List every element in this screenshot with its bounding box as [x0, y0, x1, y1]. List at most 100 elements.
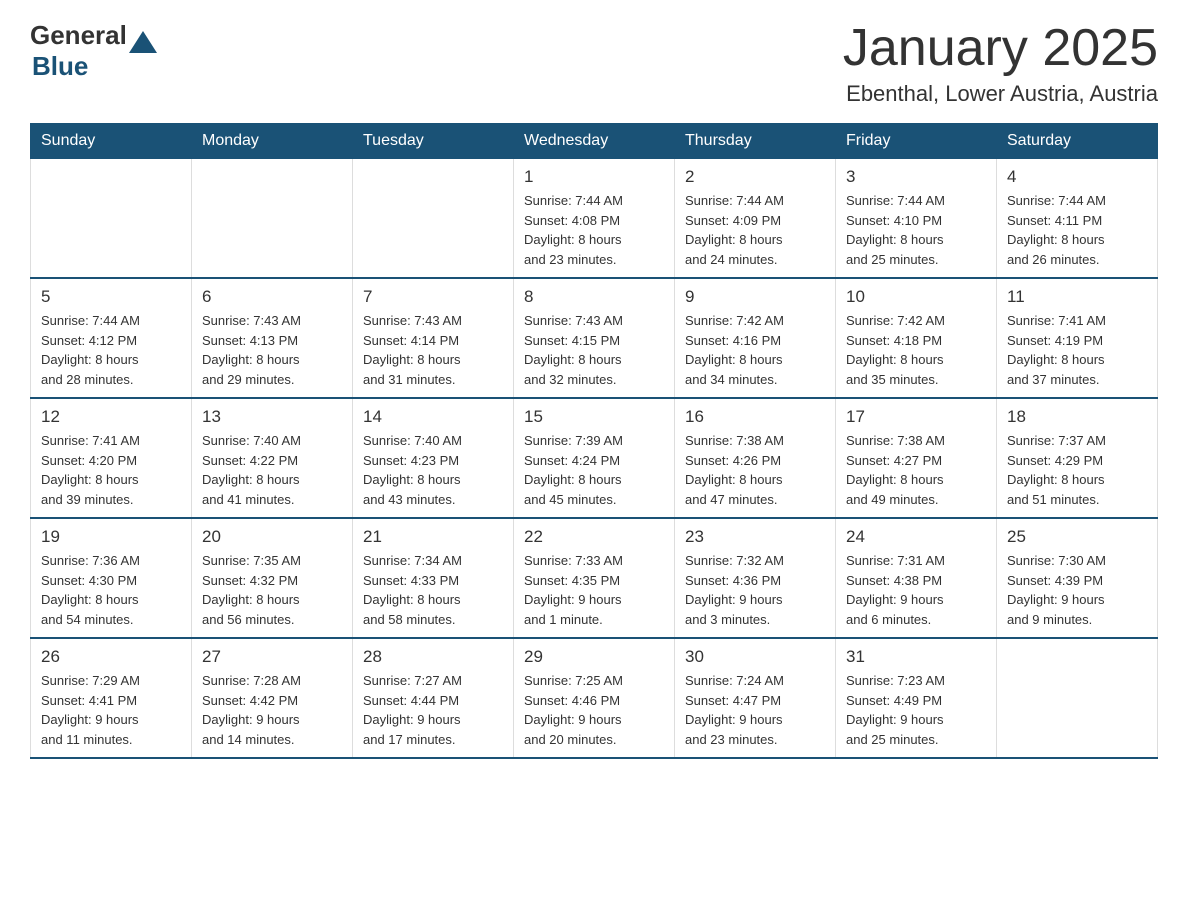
day-info: Sunrise: 7:42 AMSunset: 4:16 PMDaylight:… — [685, 311, 825, 389]
calendar-day-30: 30 Sunrise: 7:24 AMSunset: 4:47 PMDayligh… — [675, 638, 836, 758]
calendar-day-2: 2 Sunrise: 7:44 AMSunset: 4:09 PMDaylight… — [675, 159, 836, 279]
day-info: Sunrise: 7:43 AMSunset: 4:13 PMDaylight:… — [202, 311, 342, 389]
day-number: 19 — [41, 527, 181, 547]
day-number: 31 — [846, 647, 986, 667]
day-number: 14 — [363, 407, 503, 427]
day-info: Sunrise: 7:23 AMSunset: 4:49 PMDaylight:… — [846, 671, 986, 749]
calendar-day-16: 16 Sunrise: 7:38 AMSunset: 4:26 PMDayligh… — [675, 398, 836, 518]
day-info: Sunrise: 7:24 AMSunset: 4:47 PMDaylight:… — [685, 671, 825, 749]
calendar-day-18: 18 Sunrise: 7:37 AMSunset: 4:29 PMDayligh… — [997, 398, 1158, 518]
day-number: 16 — [685, 407, 825, 427]
calendar-day-4: 4Sunrise: 7:44 AMSunset: 4:11 PMDaylight… — [997, 159, 1158, 279]
day-info: Sunrise: 7:44 AMSunset: 4:09 PMDaylight:… — [685, 191, 825, 269]
day-number: 23 — [685, 527, 825, 547]
day-number: 3 — [846, 167, 986, 187]
calendar-day-14: 14 Sunrise: 7:40 AMSunset: 4:23 PMDayligh… — [353, 398, 514, 518]
day-number: 15 — [524, 407, 664, 427]
day-number: 27 — [202, 647, 342, 667]
weekday-header-monday: Monday — [192, 124, 353, 159]
calendar-header-row: SundayMondayTuesdayWednesdayThursdayFrid… — [31, 124, 1158, 159]
day-info: Sunrise: 7:37 AMSunset: 4:29 PMDaylight:… — [1007, 431, 1147, 509]
day-number: 1 — [524, 167, 664, 187]
calendar-day-21: 21 Sunrise: 7:34 AMSunset: 4:33 PMDayligh… — [353, 518, 514, 638]
calendar-day-8: 8 Sunrise: 7:43 AMSunset: 4:15 PMDaylight… — [514, 278, 675, 398]
calendar-day-17: 17 Sunrise: 7:38 AMSunset: 4:27 PMDayligh… — [836, 398, 997, 518]
day-number: 17 — [846, 407, 986, 427]
day-info: Sunrise: 7:43 AMSunset: 4:15 PMDaylight:… — [524, 311, 664, 389]
calendar-day-13: 13Sunrise: 7:40 AMSunset: 4:22 PMDayligh… — [192, 398, 353, 518]
calendar-day-31: 31 Sunrise: 7:23 AMSunset: 4:49 PMDayligh… — [836, 638, 997, 758]
day-number: 30 — [685, 647, 825, 667]
day-number: 10 — [846, 287, 986, 307]
day-info: Sunrise: 7:29 AMSunset: 4:41 PMDaylight:… — [41, 671, 181, 749]
calendar-day-9: 9 Sunrise: 7:42 AMSunset: 4:16 PMDaylight… — [675, 278, 836, 398]
calendar-day-28: 28 Sunrise: 7:27 AMSunset: 4:44 PMDayligh… — [353, 638, 514, 758]
calendar-day-3: 3Sunrise: 7:44 AMSunset: 4:10 PMDaylight… — [836, 159, 997, 279]
weekday-header-saturday: Saturday — [997, 124, 1158, 159]
day-number: 8 — [524, 287, 664, 307]
weekday-header-friday: Friday — [836, 124, 997, 159]
calendar-empty-cell — [353, 159, 514, 279]
calendar-title: January 2025 — [843, 20, 1158, 77]
day-info: Sunrise: 7:34 AMSunset: 4:33 PMDaylight:… — [363, 551, 503, 629]
day-info: Sunrise: 7:36 AMSunset: 4:30 PMDaylight:… — [41, 551, 181, 629]
logo: General Blue — [30, 20, 157, 82]
weekday-header-sunday: Sunday — [31, 124, 192, 159]
page-header: General Blue January 2025 Ebenthal, Lowe… — [30, 20, 1158, 107]
day-number: 9 — [685, 287, 825, 307]
calendar-day-1: 1Sunrise: 7:44 AMSunset: 4:08 PMDaylight… — [514, 159, 675, 279]
day-info: Sunrise: 7:38 AMSunset: 4:26 PMDaylight:… — [685, 431, 825, 509]
day-number: 2 — [685, 167, 825, 187]
calendar-empty-cell — [997, 638, 1158, 758]
logo-triangle-icon — [129, 31, 157, 53]
weekday-header-thursday: Thursday — [675, 124, 836, 159]
day-number: 18 — [1007, 407, 1147, 427]
calendar-day-26: 26 Sunrise: 7:29 AMSunset: 4:41 PMDayligh… — [31, 638, 192, 758]
day-number: 11 — [1007, 287, 1147, 307]
day-info: Sunrise: 7:40 AMSunset: 4:23 PMDaylight:… — [363, 431, 503, 509]
calendar-week-row: 26 Sunrise: 7:29 AMSunset: 4:41 PMDayligh… — [31, 638, 1158, 758]
day-info: Sunrise: 7:42 AMSunset: 4:18 PMDaylight:… — [846, 311, 986, 389]
calendar-week-row: 5Sunrise: 7:44 AMSunset: 4:12 PMDaylight… — [31, 278, 1158, 398]
weekday-header-tuesday: Tuesday — [353, 124, 514, 159]
day-info: Sunrise: 7:27 AMSunset: 4:44 PMDaylight:… — [363, 671, 503, 749]
day-info: Sunrise: 7:28 AMSunset: 4:42 PMDaylight:… — [202, 671, 342, 749]
day-number: 22 — [524, 527, 664, 547]
day-number: 25 — [1007, 527, 1147, 547]
day-info: Sunrise: 7:33 AMSunset: 4:35 PMDaylight:… — [524, 551, 664, 629]
calendar-day-29: 29Sunrise: 7:25 AMSunset: 4:46 PMDayligh… — [514, 638, 675, 758]
calendar-week-row: 1Sunrise: 7:44 AMSunset: 4:08 PMDaylight… — [31, 159, 1158, 279]
day-number: 21 — [363, 527, 503, 547]
calendar-day-6: 6 Sunrise: 7:43 AMSunset: 4:13 PMDaylight… — [192, 278, 353, 398]
day-info: Sunrise: 7:25 AMSunset: 4:46 PMDaylight:… — [524, 671, 664, 749]
calendar-day-27: 27 Sunrise: 7:28 AMSunset: 4:42 PMDayligh… — [192, 638, 353, 758]
calendar-day-23: 23 Sunrise: 7:32 AMSunset: 4:36 PMDayligh… — [675, 518, 836, 638]
logo-general-text: General — [30, 20, 127, 51]
calendar-day-24: 24Sunrise: 7:31 AMSunset: 4:38 PMDayligh… — [836, 518, 997, 638]
day-info: Sunrise: 7:35 AMSunset: 4:32 PMDaylight:… — [202, 551, 342, 629]
day-number: 28 — [363, 647, 503, 667]
day-number: 4 — [1007, 167, 1147, 187]
day-number: 7 — [363, 287, 503, 307]
calendar-empty-cell — [192, 159, 353, 279]
day-info: Sunrise: 7:41 AMSunset: 4:19 PMDaylight:… — [1007, 311, 1147, 389]
calendar-day-7: 7 Sunrise: 7:43 AMSunset: 4:14 PMDaylight… — [353, 278, 514, 398]
day-info: Sunrise: 7:39 AMSunset: 4:24 PMDaylight:… — [524, 431, 664, 509]
calendar-day-10: 10 Sunrise: 7:42 AMSunset: 4:18 PMDayligh… — [836, 278, 997, 398]
day-info: Sunrise: 7:32 AMSunset: 4:36 PMDaylight:… — [685, 551, 825, 629]
calendar-day-22: 22 Sunrise: 7:33 AMSunset: 4:35 PMDayligh… — [514, 518, 675, 638]
calendar-day-11: 11 Sunrise: 7:41 AMSunset: 4:19 PMDayligh… — [997, 278, 1158, 398]
day-number: 24 — [846, 527, 986, 547]
day-info: Sunrise: 7:40 AMSunset: 4:22 PMDaylight:… — [202, 431, 342, 509]
day-info: Sunrise: 7:38 AMSunset: 4:27 PMDaylight:… — [846, 431, 986, 509]
calendar-day-15: 15 Sunrise: 7:39 AMSunset: 4:24 PMDayligh… — [514, 398, 675, 518]
day-number: 5 — [41, 287, 181, 307]
day-number: 26 — [41, 647, 181, 667]
calendar-week-row: 12Sunrise: 7:41 AMSunset: 4:20 PMDayligh… — [31, 398, 1158, 518]
logo-blue-text: Blue — [32, 51, 88, 82]
day-number: 6 — [202, 287, 342, 307]
calendar-empty-cell — [31, 159, 192, 279]
calendar-subtitle: Ebenthal, Lower Austria, Austria — [843, 81, 1158, 107]
day-info: Sunrise: 7:43 AMSunset: 4:14 PMDaylight:… — [363, 311, 503, 389]
calendar-table: SundayMondayTuesdayWednesdayThursdayFrid… — [30, 123, 1158, 759]
